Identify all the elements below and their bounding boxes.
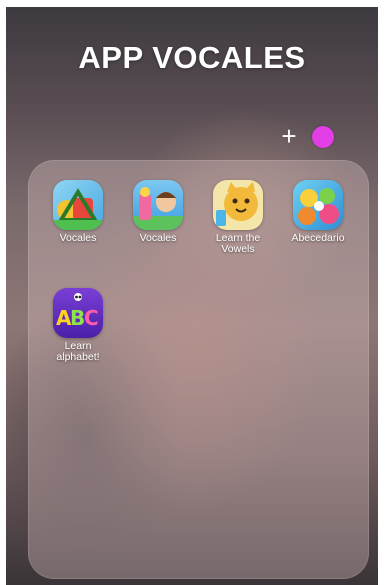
folder-color-button[interactable] (312, 126, 334, 148)
vocales-letters-icon (53, 180, 103, 230)
app-label: Vocales (59, 232, 97, 244)
learn-vowels-cat-icon (213, 180, 263, 230)
folder-panel: Vocales Vocales Learn the Vowels Abeceda… (28, 160, 369, 579)
abecedario-icon (293, 180, 343, 230)
add-app-button[interactable]: + (276, 123, 302, 150)
svg-text:B: B (70, 306, 85, 330)
app-vocales-1[interactable]: Vocales (43, 180, 113, 244)
app-learn-alphabet[interactable]: A B C Learn alphabet! (43, 288, 113, 363)
app-vocales-2[interactable]: Vocales (123, 180, 193, 244)
app-label: Abecedario (291, 232, 345, 244)
abc-alphabet-icon: A B C (53, 288, 103, 338)
vocales-kids-icon (133, 180, 183, 230)
app-label: Vocales (139, 232, 177, 244)
app-abecedario[interactable]: Abecedario (283, 180, 353, 244)
app-label: Learn the Vowels (215, 232, 261, 255)
app-learn-the-vowels[interactable]: Learn the Vowels (203, 180, 273, 255)
app-label: Learn alphabet! (56, 340, 100, 363)
home-screen: APP VOCALES + Vocales Vocales Learn the … (6, 7, 378, 585)
svg-text:C: C (84, 306, 99, 330)
folder-title[interactable]: APP VOCALES (6, 40, 378, 76)
